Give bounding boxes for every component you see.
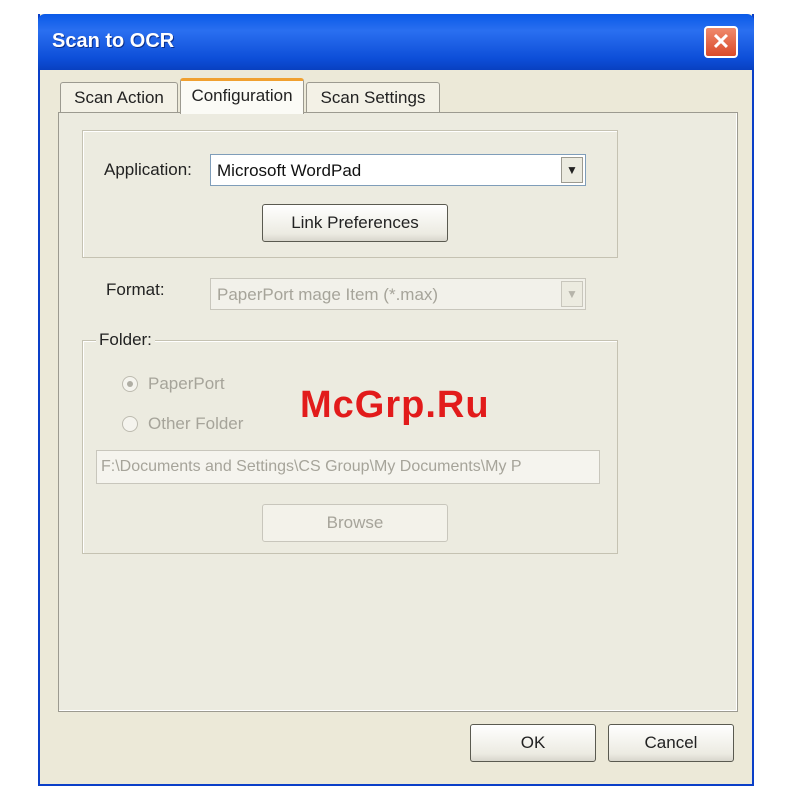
other-folder-option-label: Other Folder — [148, 414, 244, 433]
application-label: Application: — [104, 160, 192, 179]
tab-configuration[interactable]: Configuration — [180, 78, 304, 114]
watermark: McGrp.Ru — [300, 384, 490, 426]
chevron-down-icon[interactable]: ▼ — [561, 281, 583, 307]
application-select[interactable]: Microsoft WordPad ▼ — [210, 154, 586, 186]
radio-other-folder[interactable] — [122, 416, 138, 432]
tab-scan-settings[interactable]: Scan Settings — [306, 82, 440, 114]
cancel-button[interactable]: Cancel — [608, 724, 734, 762]
paperport-option-label: PaperPort — [148, 374, 225, 393]
tab-label: Scan Settings — [320, 88, 426, 107]
close-button[interactable]: ✕ — [704, 26, 738, 58]
radio-paperport[interactable] — [122, 376, 138, 392]
tab-label: Scan Action — [74, 88, 164, 107]
folder-label: Folder: — [96, 330, 155, 350]
format-select[interactable]: PaperPort mage Item (*.max) ▼ — [210, 278, 586, 310]
window-title: Scan to OCR — [52, 30, 175, 52]
title-bar[interactable]: Scan to OCR ✕ — [38, 14, 754, 70]
chevron-down-icon[interactable]: ▼ — [561, 157, 583, 183]
link-preferences-button[interactable]: Link Preferences — [262, 204, 448, 242]
format-label: Format: — [106, 280, 165, 299]
format-value: PaperPort mage Item (*.max) — [217, 285, 439, 304]
application-value: Microsoft WordPad — [217, 161, 362, 180]
close-icon: ✕ — [711, 29, 731, 54]
browse-button[interactable]: Browse — [262, 504, 448, 542]
tab-scan-action[interactable]: Scan Action — [60, 82, 178, 114]
ok-button[interactable]: OK — [470, 724, 596, 762]
folder-path-value: F:\Documents and Settings\CS Group\My Do… — [101, 458, 522, 475]
folder-path-field[interactable]: F:\Documents and Settings\CS Group\My Do… — [96, 450, 600, 484]
tab-label: Configuration — [191, 86, 293, 105]
